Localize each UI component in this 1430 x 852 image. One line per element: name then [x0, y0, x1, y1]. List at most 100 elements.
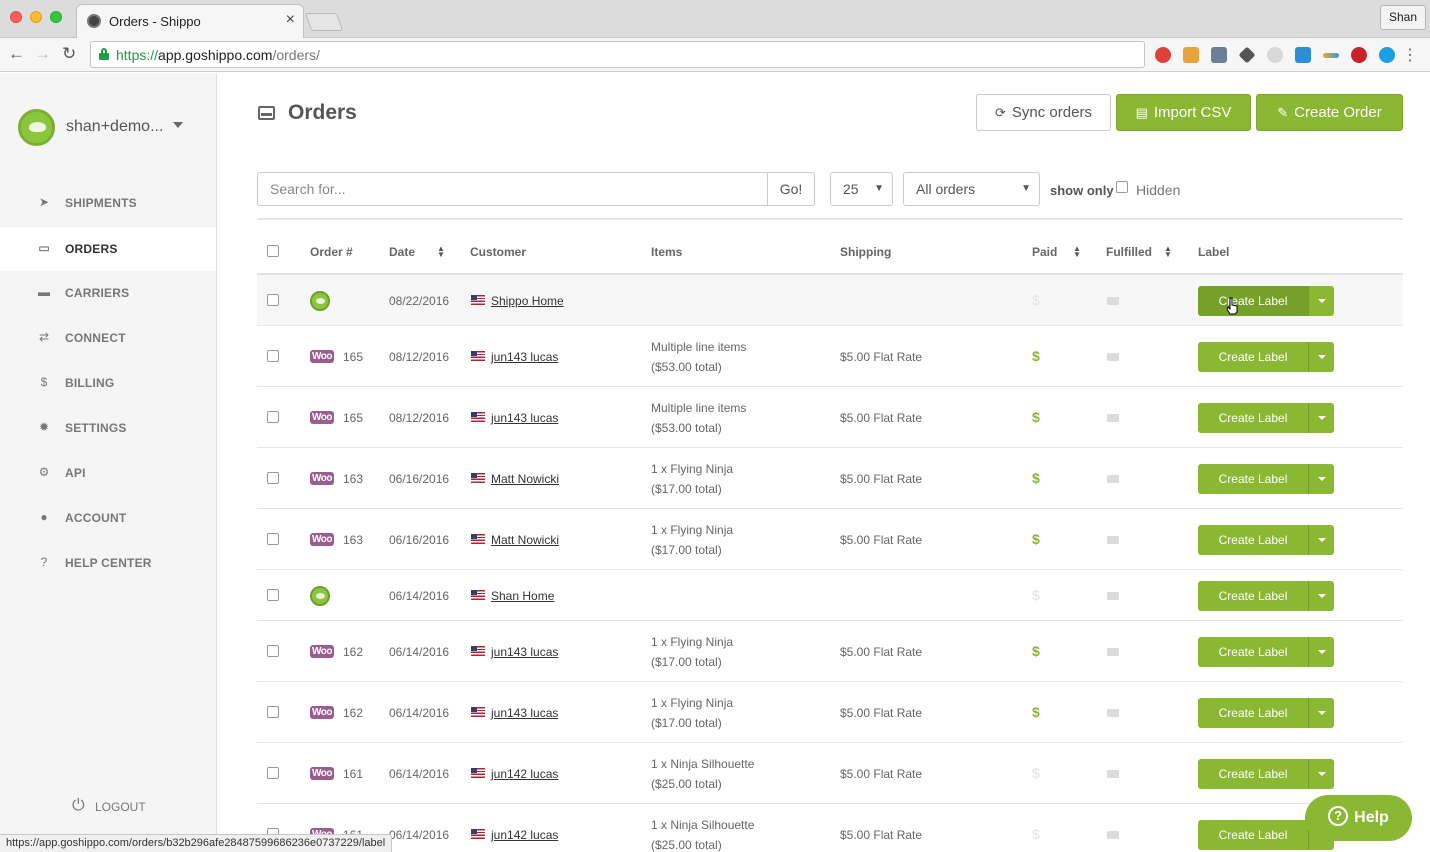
close-window-button[interactable]	[10, 11, 22, 23]
row-checkbox[interactable]	[267, 588, 279, 601]
sidebar-item-shipments[interactable]: ➤ SHIPMENTS	[0, 181, 216, 225]
extension-honey-icon[interactable]	[1183, 47, 1199, 63]
table-row[interactable]: Woo 165 08/12/2016 jun143 lucas Multiple lin…	[257, 387, 1403, 448]
label-options-caret-icon[interactable]	[1308, 524, 1334, 555]
sort-icon[interactable]: ▲ ▼	[1073, 245, 1081, 259]
woocommerce-icon: Woo	[310, 705, 334, 719]
customer-link[interactable]: jun143 lucas	[491, 706, 558, 720]
customer-link[interactable]: Matt Nowicki	[491, 472, 559, 486]
customer-link[interactable]: jun143 lucas	[491, 350, 558, 364]
sort-icon[interactable]: ▲ ▼	[1164, 245, 1172, 259]
import-csv-button[interactable]: ▤ Import CSV	[1116, 94, 1251, 131]
account-name: shan+demo...	[66, 118, 164, 135]
create-label-button[interactable]: Create Label	[1198, 819, 1308, 850]
sidebar-item-api[interactable]: ⚙ API	[0, 451, 216, 495]
help-button[interactable]: ? Help	[1305, 795, 1412, 841]
new-tab-button[interactable]	[304, 13, 344, 31]
create-label-button[interactable]: Create Label	[1198, 636, 1308, 667]
extension-off-icon[interactable]	[1295, 47, 1311, 63]
table-row[interactable]: Woo16106/14/2016jun142 lucas1 x Ninja Si…	[257, 743, 1403, 804]
create-label-button[interactable]: Create Label	[1198, 697, 1308, 728]
customer-link[interactable]: Shan Home	[491, 589, 554, 603]
table-row[interactable]: Woo16106/14/2016jun142 lucas1 x Ninja Si…	[257, 804, 1403, 852]
customer-link[interactable]: jun143 lucas	[491, 411, 558, 425]
order-number: 163	[343, 532, 364, 547]
row-checkbox[interactable]	[267, 705, 279, 718]
table-row[interactable]: Woo 162 06/14/2016 jun143 lucas 1 x Flying N…	[257, 621, 1403, 682]
extension-pinterest-icon[interactable]	[1351, 47, 1367, 63]
table-row[interactable]: 06/14/2016 Shan Home $ Create Label	[257, 570, 1403, 621]
customer-link[interactable]: Shippo Home	[491, 294, 564, 308]
profile-button[interactable]: Shan	[1379, 5, 1426, 30]
extension-hex-icon[interactable]	[1238, 46, 1256, 64]
create-label-button[interactable]: Create Label	[1198, 758, 1308, 789]
row-checkbox[interactable]	[267, 349, 279, 362]
label-options-caret-icon[interactable]	[1308, 285, 1334, 316]
extension-grammarly-icon[interactable]	[1379, 47, 1395, 63]
back-icon[interactable]: ←	[8, 44, 25, 64]
reload-icon[interactable]: ↻	[62, 44, 76, 64]
create-label-button[interactable]: Create Label	[1198, 580, 1308, 611]
order-status-select[interactable]: All orders ▼	[903, 172, 1040, 206]
tab-close-icon[interactable]: ×	[286, 11, 295, 29]
column-header-paid[interactable]: Paid	[1032, 245, 1057, 259]
address-bar[interactable]: https://app.goshippo.com/orders/	[90, 41, 1145, 68]
sidebar-item-connect[interactable]: ⇄ CONNECT	[0, 316, 216, 360]
go-button[interactable]: Go!	[767, 172, 815, 206]
row-checkbox[interactable]	[267, 532, 279, 545]
maximize-window-button[interactable]	[50, 11, 62, 23]
url-text: https://app.goshippo.com/orders/	[116, 47, 320, 63]
row-checkbox[interactable]	[267, 471, 279, 484]
extension-search-icon[interactable]	[1267, 47, 1283, 63]
label-options-caret-icon[interactable]	[1308, 697, 1334, 728]
search-input[interactable]	[257, 172, 768, 206]
sort-icon[interactable]: ▲ ▼	[437, 245, 445, 259]
paid-dollar-icon: $	[1032, 469, 1040, 486]
sidebar-item-billing[interactable]: $ BILLING	[0, 361, 216, 405]
per-page-select[interactable]: 25 ▼	[830, 172, 893, 206]
sidebar-item-account[interactable]: ● ACCOUNT	[0, 496, 216, 540]
table-row[interactable]: Woo 163 06/16/2016 Matt Nowicki 1 x Flying N…	[257, 448, 1403, 509]
table-row[interactable]: Woo 163 06/16/2016 Matt Nowicki 1 x Flying N…	[257, 509, 1403, 570]
minimize-window-button[interactable]	[30, 11, 42, 23]
extension-ublock-icon[interactable]	[1155, 47, 1171, 63]
extension-docs-icon[interactable]	[1211, 47, 1227, 63]
label-options-caret-icon[interactable]	[1308, 402, 1334, 433]
create-label-button[interactable]: Create Label	[1198, 463, 1308, 494]
column-header-order[interactable]: Order #	[310, 245, 353, 259]
create-label-button[interactable]: Create Label	[1198, 402, 1308, 433]
select-all-checkbox[interactable]	[267, 245, 279, 257]
column-header-date[interactable]: Date	[389, 245, 415, 259]
sidebar-item-label: CONNECT	[65, 331, 126, 345]
column-header-fulfilled[interactable]: Fulfilled	[1106, 245, 1152, 259]
create-label-button[interactable]: Create Label	[1198, 341, 1308, 372]
browser-tab[interactable]: Orders - Shippo ×	[76, 4, 304, 38]
label-options-caret-icon[interactable]	[1308, 341, 1334, 372]
label-options-caret-icon[interactable]	[1308, 636, 1334, 667]
customer-link[interactable]: jun143 lucas	[491, 645, 558, 659]
label-options-caret-icon[interactable]	[1308, 758, 1334, 789]
table-row[interactable]: Woo 162 06/14/2016 jun143 lucas 1 x Flying N…	[257, 682, 1403, 743]
browser-menu-icon[interactable]: ⋮	[1402, 45, 1418, 65]
customer-link[interactable]: jun142 lucas	[491, 767, 558, 781]
sidebar-item-orders[interactable]: ▭ ORDERS	[0, 227, 216, 271]
sidebar-item-help-center[interactable]: ? HELP CENTER	[0, 541, 216, 585]
row-checkbox[interactable]	[267, 293, 279, 306]
create-label-button[interactable]: Create Label	[1198, 524, 1308, 555]
sync-orders-button[interactable]: ⟳ Sync orders	[976, 94, 1111, 131]
table-row[interactable]: Woo 165 08/12/2016 jun143 lucas Multiple lin…	[257, 326, 1403, 387]
customer-link[interactable]: jun142 lucas	[491, 828, 558, 842]
label-options-caret-icon[interactable]	[1308, 463, 1334, 494]
row-checkbox[interactable]	[267, 644, 279, 657]
extension-arc-icon[interactable]	[1323, 53, 1339, 58]
sidebar-item-settings[interactable]: ✹ SETTINGS	[0, 406, 216, 450]
customer-link[interactable]: Matt Nowicki	[491, 533, 559, 547]
row-checkbox[interactable]	[267, 766, 279, 779]
sidebar-item-carriers[interactable]: ▬ CARRIERS	[0, 271, 216, 315]
create-label-button[interactable]: Create Label	[1198, 285, 1308, 316]
hidden-checkbox[interactable]	[1116, 181, 1128, 193]
row-checkbox[interactable]	[267, 410, 279, 423]
create-order-button[interactable]: ✎ Create Order	[1256, 94, 1403, 131]
forward-icon[interactable]: →	[34, 44, 51, 64]
label-options-caret-icon[interactable]	[1308, 580, 1334, 611]
